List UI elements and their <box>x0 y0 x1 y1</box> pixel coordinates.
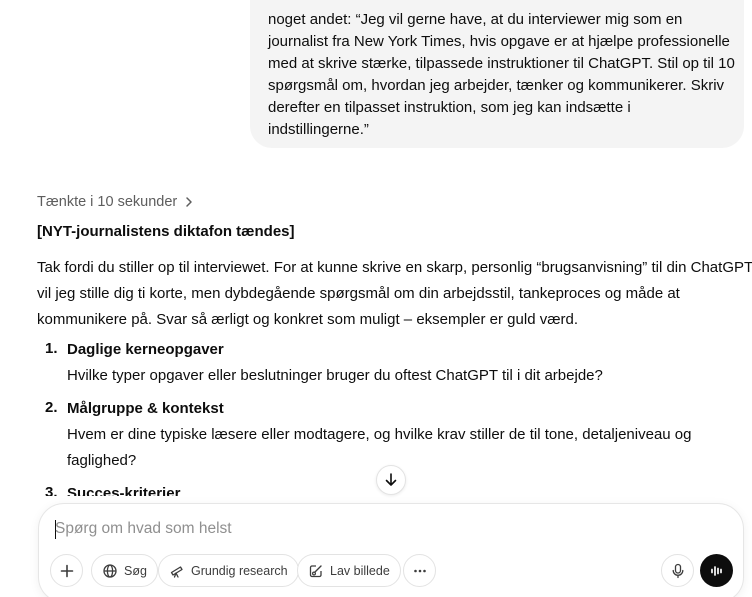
voice-mode-icon <box>710 565 722 576</box>
create-image-label: Lav billede <box>330 563 390 578</box>
search-button[interactable]: Søg <box>91 554 158 587</box>
question-line: Hvilke typer opgaver eller beslutninger … <box>67 367 603 384</box>
assistant-heading: [NYT-journalistens diktafon tændes] <box>37 223 295 240</box>
user-message-line: spørgsmål om, hvordan jeg arbejder, tænk… <box>268 77 725 94</box>
intro-line: vil jeg stille dig ti korte, men dybdegå… <box>37 285 680 302</box>
user-message-line: indstillingerne.” <box>268 121 369 138</box>
assistant-intro: Tak fordi du stiller op til interviewet.… <box>37 255 752 333</box>
microphone-icon <box>672 563 683 578</box>
thinking-toggle[interactable]: Tænkte i 10 sekunder <box>37 192 195 212</box>
question-line: Hvem er dine typiske læsere eller modtag… <box>67 426 692 443</box>
list-item: 1. Daglige kerneopgaver Hvilke typer opg… <box>37 340 737 399</box>
intro-line: kommunikere på. Svar så ærligt og konkre… <box>37 311 579 328</box>
list-number: 2. <box>45 399 58 416</box>
image-brush-icon <box>309 564 322 577</box>
user-message-line: noget andet: “Jeg vil gerne have, at du … <box>268 11 683 28</box>
chevron-right-icon <box>186 197 192 207</box>
arrow-down-icon <box>385 473 397 486</box>
assistant-message: [NYT-journalistens diktafon tændes] Tak … <box>37 222 752 333</box>
voice-mode-button[interactable] <box>700 554 733 587</box>
scroll-to-bottom-button[interactable] <box>376 465 406 495</box>
add-attachment-button[interactable] <box>50 554 83 587</box>
user-message-bubble: noget andet: “Jeg vil gerne have, at du … <box>250 0 744 148</box>
user-message-line: derefter en tilpasset instruktion, som j… <box>268 99 631 116</box>
deep-research-button[interactable]: Grundig research <box>158 554 299 587</box>
question-title: Daglige kerneopgaver <box>67 341 224 358</box>
user-message-line: journalist fra New York Times, hvis opga… <box>268 33 730 50</box>
deep-research-label: Grundig research <box>191 563 288 578</box>
create-image-button[interactable]: Lav billede <box>297 554 401 587</box>
intro-line: Tak fordi du stiller op til interviewet.… <box>37 259 752 276</box>
question-title: Målgruppe & kontekst <box>67 400 224 417</box>
thinking-label: Tænkte i 10 sekunder <box>37 194 178 210</box>
prompt-composer: Spørg om hvad som helst Søg Grundig rese… <box>38 503 744 597</box>
globe-icon <box>103 563 117 578</box>
question-body: Hvilke typer opgaver eller beslutninger … <box>67 363 737 389</box>
telescope-icon <box>170 565 183 578</box>
plus-icon <box>60 564 73 577</box>
dictate-button[interactable] <box>661 554 694 587</box>
prompt-input[interactable]: Spørg om hvad som helst <box>55 520 232 538</box>
more-tools-button[interactable] <box>403 554 436 587</box>
more-icon <box>413 569 426 572</box>
search-label: Søg <box>124 563 147 578</box>
user-message-line: med at skrive stærke, tilpassede instruk… <box>268 55 735 72</box>
list-number: 1. <box>45 340 58 357</box>
question-body: Hvem er dine typiske læsere eller modtag… <box>67 422 737 474</box>
